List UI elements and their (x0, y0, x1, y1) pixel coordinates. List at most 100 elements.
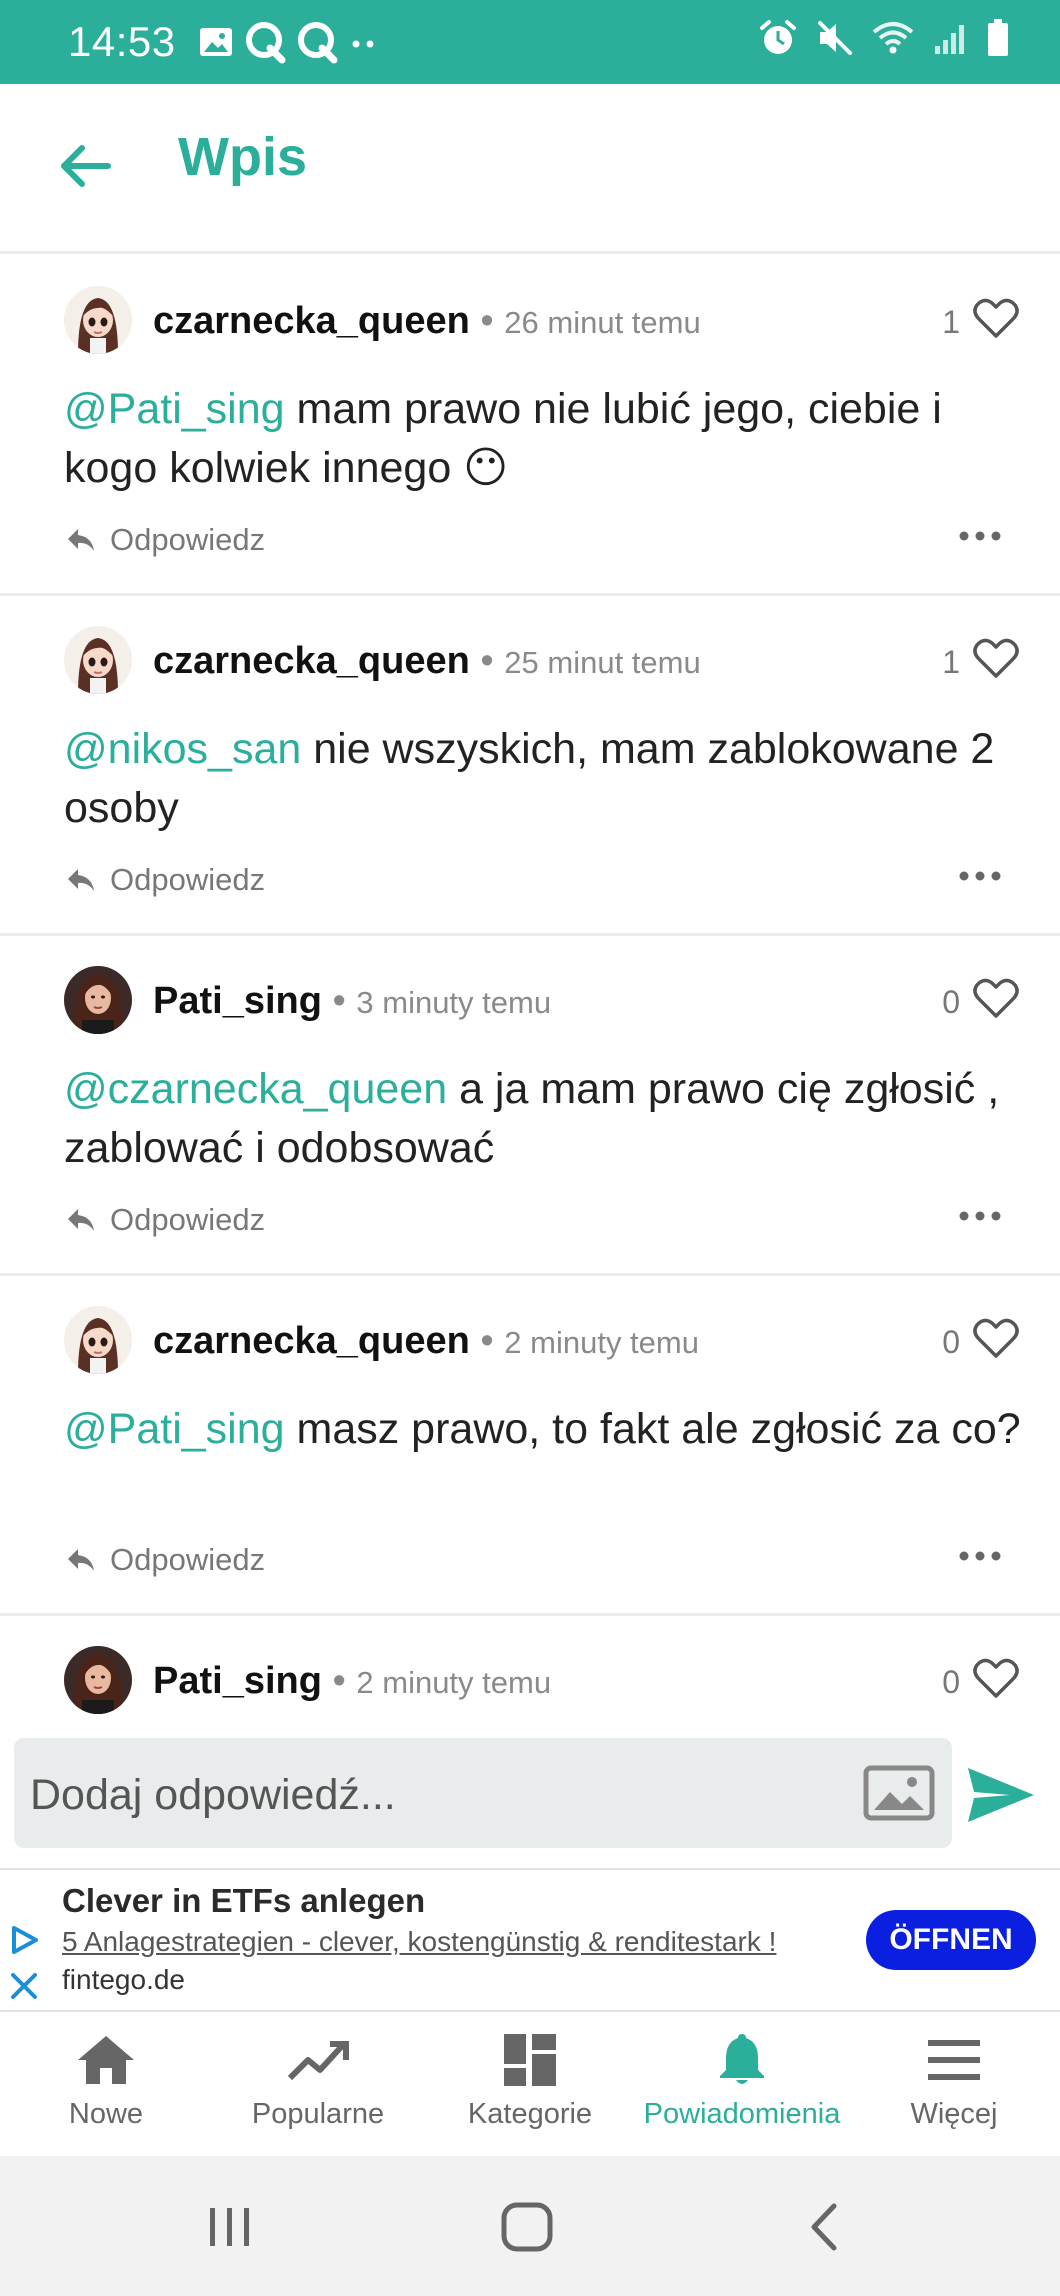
comment-author[interactable]: Pati_sing • 3 minuty temu (153, 980, 551, 1023)
heart-icon[interactable] (972, 636, 1020, 680)
signal-icon (935, 25, 964, 54)
time-separator: • (480, 1320, 494, 1362)
mention-link[interactable]: @Pati_sing (64, 1405, 285, 1453)
battery-icon (988, 19, 1008, 56)
like-count: 0 (942, 1324, 960, 1360)
ad-title[interactable]: Clever in ETFs anlegen (62, 1882, 425, 1920)
comment-author[interactable]: Pati_sing • 2 minuty temu (153, 1660, 551, 1703)
recent-apps-icon[interactable] (200, 2202, 260, 2252)
reply-label: Odpowiedz (110, 1542, 266, 1577)
q-app-icon (246, 22, 286, 64)
comment-author[interactable]: czarnecka_queen • 26 minut temu (153, 300, 701, 343)
reply-icon (68, 869, 94, 891)
like-count: 1 (942, 644, 960, 680)
like-count: 0 (942, 984, 960, 1020)
nav-label: Więcej (910, 2098, 998, 2130)
image-icon (200, 28, 232, 56)
reply-icon (68, 529, 94, 551)
comment-item: czarnecka_queen • 26 minut temu 1 @Pati_… (0, 256, 1060, 596)
wifi-icon (872, 22, 914, 54)
page-title: Wpis (178, 127, 307, 187)
more-options-icon[interactable] (956, 526, 1004, 546)
adchoices-icon[interactable] (8, 1924, 40, 1956)
reply-icon (68, 1209, 94, 1231)
comment-item: czarnecka_queen • 25 minut temu 1 @nikos… (0, 596, 1060, 936)
comment-text: @Pati_sing mam prawo nie lubić jego, cie… (64, 380, 1024, 498)
reply-icon (68, 1549, 94, 1571)
ad-domain: fintego.de (62, 1964, 185, 1995)
mention-link[interactable]: @nikos_san (64, 725, 301, 773)
mute-icon (818, 21, 852, 55)
close-icon[interactable] (8, 1970, 40, 2002)
avatar[interactable] (64, 1306, 132, 1374)
comment-author[interactable]: czarnecka_queen • 25 minut temu (153, 640, 701, 683)
time-separator: • (480, 640, 494, 682)
reply-composer: Dodaj odpowiedź... (0, 1720, 1060, 1868)
back-nav-icon[interactable] (798, 2202, 858, 2252)
heart-icon[interactable] (972, 976, 1020, 1020)
nav-label: Popularne (251, 2098, 385, 2130)
status-right-icons (758, 18, 1010, 58)
comment-text: @Pati_sing masz prawo, to fakt ale zgłos… (64, 1400, 1024, 1459)
categories-icon (504, 2034, 556, 2086)
reply-input[interactable]: Dodaj odpowiedź... (14, 1738, 952, 1848)
comment-text: @nikos_san nie wszyskich, mam zablokowan… (64, 720, 1024, 838)
comments-feed[interactable]: czarnecka_queen • 26 minut temu 1 @Pati_… (0, 256, 1060, 1720)
nav-label: Kategorie (467, 2098, 593, 2130)
heart-icon[interactable] (972, 296, 1020, 340)
reply-label: Odpowiedz (110, 862, 266, 897)
alarm-icon (760, 20, 796, 54)
app-header: Wpis (0, 84, 1060, 254)
nav-item-kategorie[interactable]: Kategorie (424, 2012, 636, 2156)
avatar[interactable] (64, 286, 132, 354)
heart-icon[interactable] (972, 1316, 1020, 1360)
like-count: 1 (942, 304, 960, 340)
like-count: 0 (942, 1664, 960, 1700)
more-options-icon[interactable] (956, 866, 1004, 886)
nav-label: Nowe (68, 2098, 144, 2130)
arrow-left-icon (61, 145, 111, 187)
more-options-icon[interactable] (956, 1546, 1004, 1566)
trending-icon (287, 2041, 349, 2081)
nav-item-powiadomienia[interactable]: Powiadomienia (636, 2012, 848, 2156)
mention-link[interactable]: @czarnecka_queen (64, 1065, 447, 1113)
reply-button[interactable]: Odpowiedz (66, 862, 265, 898)
avatar[interactable] (64, 1646, 132, 1714)
comment-author[interactable]: czarnecka_queen • 2 minuty temu (153, 1320, 699, 1363)
reply-button[interactable]: Odpowiedz (66, 1542, 265, 1578)
reply-button[interactable]: Odpowiedz (66, 1202, 265, 1238)
comment-body: masz prawo, to fakt ale zgłosić za co? (284, 1405, 1021, 1453)
reply-label: Odpowiedz (110, 522, 266, 557)
send-icon[interactable] (966, 1764, 1036, 1826)
more-options-icon[interactable] (956, 1206, 1004, 1226)
comment-item: Pati_sing • 3 minuty temu 0 @czarnecka_q… (0, 936, 1060, 1276)
q-app-icon (298, 22, 338, 64)
status-time: 14:53 (68, 18, 176, 65)
time-separator: • (332, 980, 346, 1022)
menu-icon (928, 2040, 980, 2080)
comment-time: 26 minut temu (504, 305, 701, 340)
nav-item-popularne[interactable]: Popularne (212, 2012, 424, 2156)
avatar[interactable] (64, 966, 132, 1034)
reply-button[interactable]: Odpowiedz (66, 522, 265, 558)
comment-item: czarnecka_queen • 2 minuty temu 0 @Pati_… (0, 1276, 1060, 1616)
time-separator: • (480, 300, 494, 342)
home-button-icon[interactable] (498, 2202, 558, 2252)
nav-label: Powiadomienia (643, 2098, 841, 2130)
nav-item-wiecej[interactable]: Więcej (848, 2012, 1060, 2156)
comment-time: 3 minuty temu (356, 985, 552, 1020)
more-notifications-icon (352, 40, 374, 48)
system-nav-bar (0, 2156, 1060, 2296)
comment-time: 2 minuty temu (356, 1665, 552, 1700)
mention-link[interactable]: @Pati_sing (64, 385, 285, 433)
nav-item-nowe[interactable]: Nowe (0, 2012, 212, 2156)
time-separator: • (332, 1660, 346, 1702)
home-icon (78, 2036, 134, 2084)
ad-description[interactable]: 5 Anlagestrategien - clever, kostengünst… (62, 1926, 776, 1958)
avatar[interactable] (64, 626, 132, 694)
image-icon[interactable] (862, 1762, 936, 1824)
ad-banner[interactable]: Clever in ETFs anlegen 5 Anlagestrategie… (0, 1868, 1060, 2012)
heart-icon[interactable] (972, 1656, 1020, 1700)
back-button[interactable] (52, 134, 116, 198)
ad-open-button[interactable]: ÖFFNEN (866, 1910, 1036, 1970)
